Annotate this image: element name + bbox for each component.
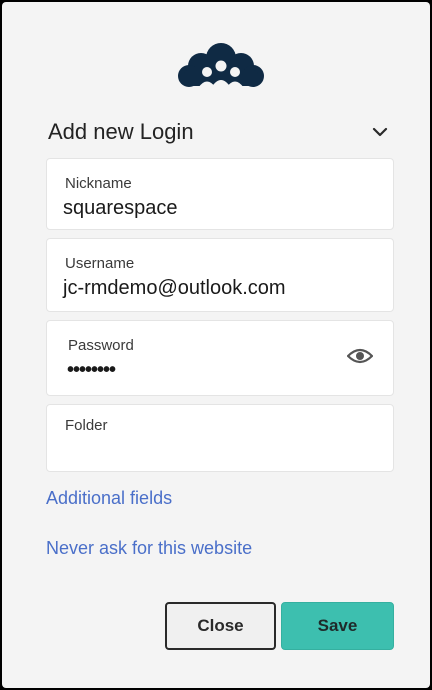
form-header: Add new Login [48,116,394,148]
nickname-field[interactable]: Nickname squarespace [46,158,394,230]
chevron-down-icon[interactable] [370,122,390,142]
additional-fields-link[interactable]: Additional fields [46,488,172,509]
save-button[interactable]: Save [281,602,394,650]
username-field[interactable]: Username jc-rmdemo@outlook.com [46,238,394,312]
password-value: •••••••• [67,359,116,381]
close-button[interactable]: Close [165,602,276,650]
cloud-logo-icon [178,43,264,88]
eye-icon[interactable] [347,346,373,366]
username-value: jc-rmdemo@outlook.com [63,277,286,299]
folder-field[interactable]: Folder [46,404,394,472]
never-ask-link[interactable]: Never ask for this website [46,538,252,559]
nickname-value: squarespace [63,197,178,219]
folder-label: Folder [65,417,108,434]
password-field[interactable]: Password •••••••• [46,320,394,396]
nickname-label: Nickname [65,175,132,192]
form-title: Add new Login [48,119,194,144]
username-label: Username [65,255,135,272]
password-label: Password [68,337,134,354]
add-login-panel: Add new Login Nickname squarespace Usern… [2,2,430,688]
